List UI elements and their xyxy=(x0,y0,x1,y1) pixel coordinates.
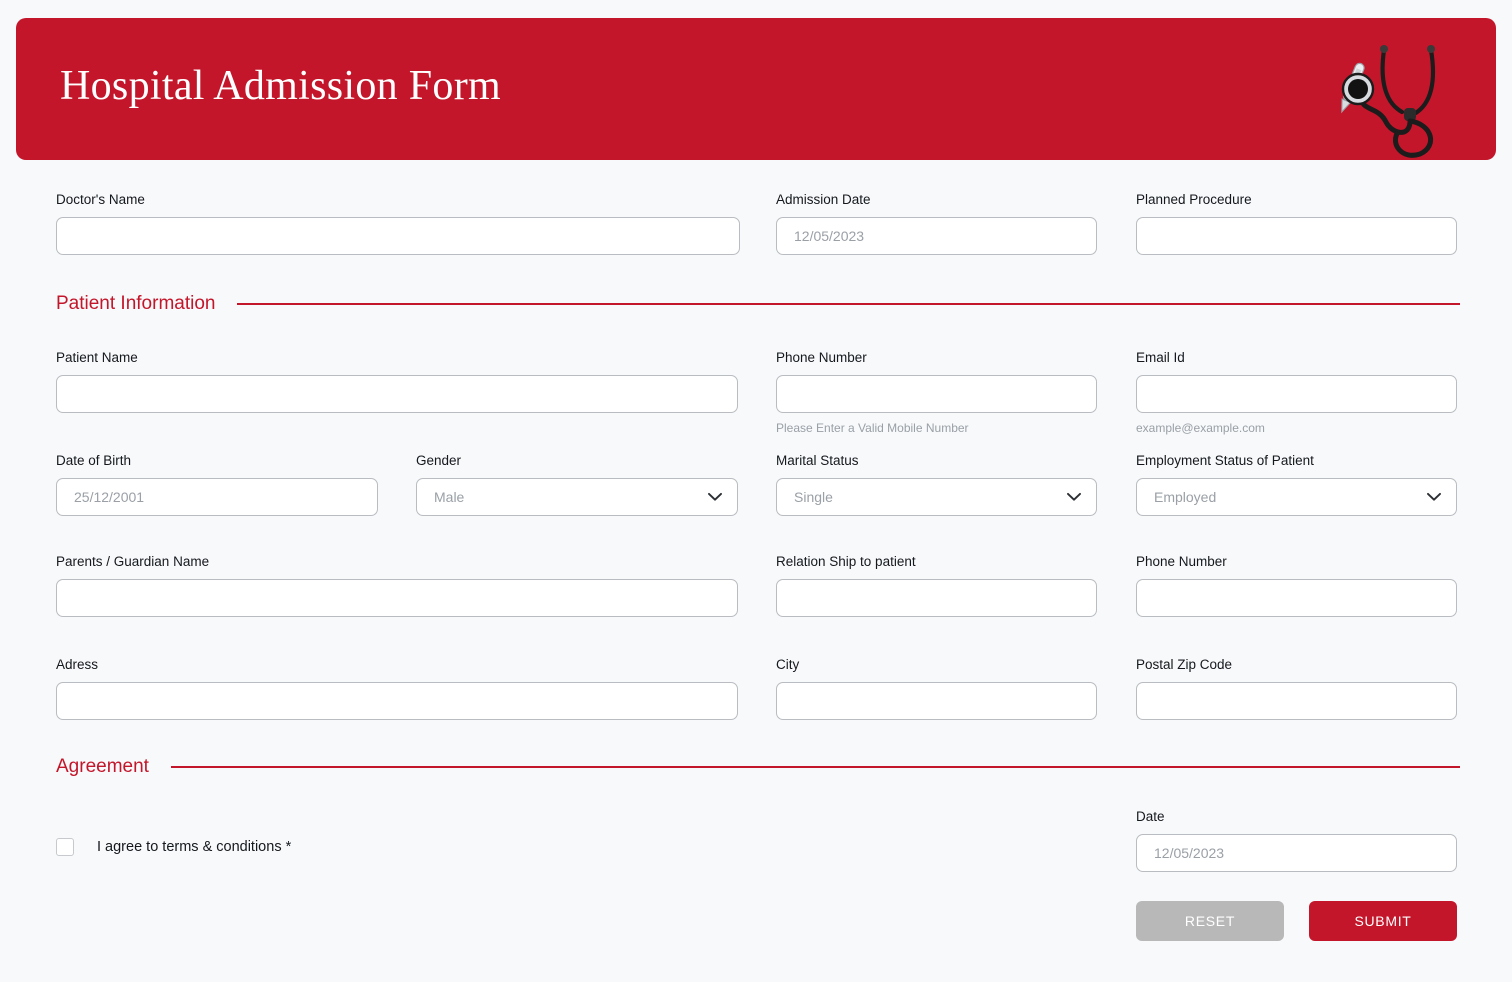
guardian-phone-label: Phone Number xyxy=(1136,554,1457,570)
submit-button[interactable]: SUBMIT xyxy=(1309,901,1457,941)
field-guardian-name: Parents / Guardian Name xyxy=(56,554,738,617)
patient-information-divider xyxy=(237,303,1460,305)
chevron-down-icon xyxy=(1427,493,1441,502)
signature-date-input[interactable]: 12/05/2023 xyxy=(1136,834,1457,872)
phone-number-label: Phone Number xyxy=(776,350,1097,366)
email-id-label: Email Id xyxy=(1136,350,1457,366)
field-date-of-birth: Date of Birth 25/12/2001 xyxy=(56,453,378,516)
stethoscope-thermometer-icon xyxy=(1318,26,1468,160)
employment-status-label: Employment Status of Patient xyxy=(1136,453,1457,469)
field-marital-status: Marital Status Single xyxy=(776,453,1097,516)
patient-information-title: Patient Information xyxy=(56,293,215,315)
relationship-input[interactable] xyxy=(776,579,1097,617)
marital-status-selected-value: Single xyxy=(794,489,833,505)
city-label: City xyxy=(776,657,1097,673)
agreement-title: Agreement xyxy=(56,756,149,778)
field-postal-zip: Postal Zip Code xyxy=(1136,657,1457,720)
phone-number-input[interactable] xyxy=(776,375,1097,413)
terms-checkbox[interactable] xyxy=(56,838,74,856)
marital-status-select[interactable]: Single xyxy=(776,478,1097,516)
gender-selected-value: Male xyxy=(434,489,464,505)
signature-date-placeholder: 12/05/2023 xyxy=(1154,845,1224,861)
terms-label: I agree to terms & conditions * xyxy=(97,839,291,855)
field-patient-name: Patient Name xyxy=(56,350,738,413)
planned-procedure-label: Planned Procedure xyxy=(1136,192,1457,208)
email-id-helper: example@example.com xyxy=(1136,421,1457,435)
guardian-name-input[interactable] xyxy=(56,579,738,617)
field-email-id: Email Id example@example.com xyxy=(1136,350,1457,435)
email-id-input[interactable] xyxy=(1136,375,1457,413)
gender-label: Gender xyxy=(416,453,738,469)
patient-name-input[interactable] xyxy=(56,375,738,413)
hospital-admission-form-page: Hospital Admission Form xyxy=(0,0,1512,982)
relationship-label: Relation Ship to patient xyxy=(776,554,1097,570)
date-of-birth-input[interactable]: 25/12/2001 xyxy=(56,478,378,516)
city-input[interactable] xyxy=(776,682,1097,720)
doctor-name-input[interactable] xyxy=(56,217,740,255)
field-admission-date: Admission Date 12/05/2023 xyxy=(776,192,1097,255)
date-of-birth-placeholder: 25/12/2001 xyxy=(74,489,144,505)
reset-button[interactable]: RESET xyxy=(1136,901,1284,941)
admission-date-placeholder: 12/05/2023 xyxy=(794,228,864,244)
doctor-name-label: Doctor's Name xyxy=(56,192,740,208)
terms-agreement-row[interactable]: I agree to terms & conditions * xyxy=(56,838,291,856)
field-relationship: Relation Ship to patient xyxy=(776,554,1097,617)
chevron-down-icon xyxy=(1067,493,1081,502)
postal-zip-input[interactable] xyxy=(1136,682,1457,720)
admission-date-input[interactable]: 12/05/2023 xyxy=(776,217,1097,255)
patient-name-label: Patient Name xyxy=(56,350,738,366)
agreement-divider xyxy=(171,766,1460,768)
chevron-down-icon xyxy=(708,493,722,502)
marital-status-label: Marital Status xyxy=(776,453,1097,469)
field-phone-number: Phone Number Please Enter a Valid Mobile… xyxy=(776,350,1097,435)
section-patient-information: Patient Information xyxy=(56,293,1460,315)
page-header-banner: Hospital Admission Form xyxy=(16,18,1496,160)
field-guardian-phone: Phone Number xyxy=(1136,554,1457,617)
field-doctor-name: Doctor's Name xyxy=(56,192,740,255)
field-employment-status: Employment Status of Patient Employed xyxy=(1136,453,1457,516)
address-input[interactable] xyxy=(56,682,738,720)
gender-select[interactable]: Male xyxy=(416,478,738,516)
date-of-birth-label: Date of Birth xyxy=(56,453,378,469)
employment-status-selected-value: Employed xyxy=(1154,489,1216,505)
field-planned-procedure: Planned Procedure xyxy=(1136,192,1457,255)
employment-status-select[interactable]: Employed xyxy=(1136,478,1457,516)
guardian-name-label: Parents / Guardian Name xyxy=(56,554,738,570)
section-agreement: Agreement xyxy=(56,756,1460,778)
guardian-phone-input[interactable] xyxy=(1136,579,1457,617)
admission-date-label: Admission Date xyxy=(776,192,1097,208)
address-label: Adress xyxy=(56,657,738,673)
field-gender: Gender Male xyxy=(416,453,738,516)
field-city: City xyxy=(776,657,1097,720)
field-signature-date: Date 12/05/2023 xyxy=(1136,809,1457,872)
signature-date-label: Date xyxy=(1136,809,1457,825)
field-address: Adress xyxy=(56,657,738,720)
page-title: Hospital Admission Form xyxy=(60,62,501,110)
postal-zip-label: Postal Zip Code xyxy=(1136,657,1457,673)
phone-number-helper: Please Enter a Valid Mobile Number xyxy=(776,421,1097,435)
planned-procedure-input[interactable] xyxy=(1136,217,1457,255)
